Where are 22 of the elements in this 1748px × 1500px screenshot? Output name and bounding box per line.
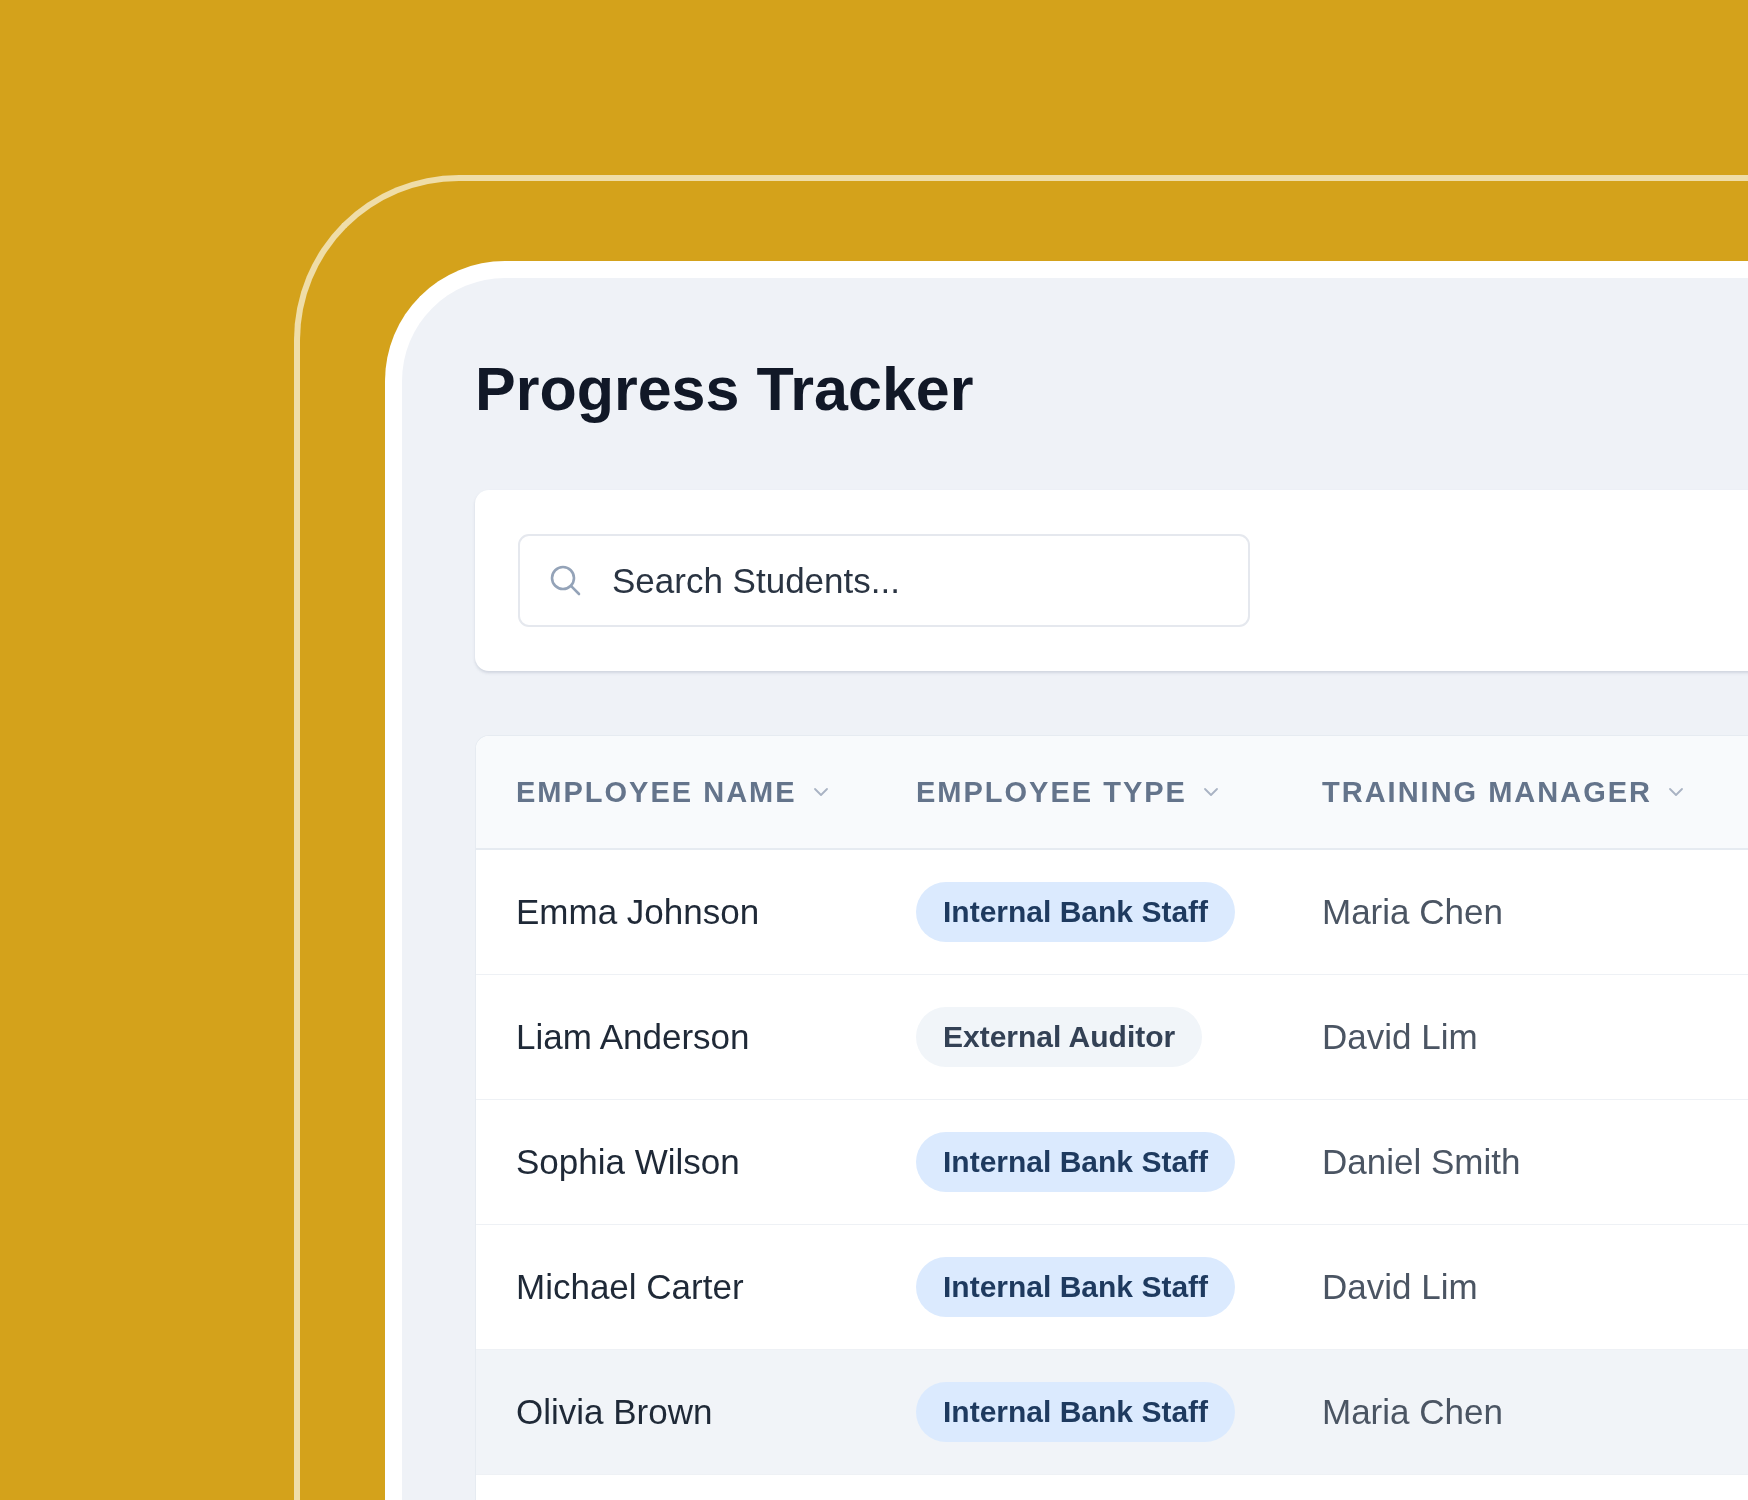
manager-name: Maria Chen bbox=[1322, 1392, 1503, 1432]
employee-name: Emma Johnson bbox=[516, 892, 760, 932]
search-field[interactable]: Search Students... bbox=[518, 534, 1250, 627]
type-badge: External Auditor bbox=[916, 1007, 1203, 1067]
manager-name: Daniel Smith bbox=[1322, 1142, 1521, 1182]
manager-name: David Lim bbox=[1322, 1267, 1478, 1307]
employee-name: Liam Anderson bbox=[516, 1017, 750, 1057]
type-badge: Internal Bank Staff bbox=[916, 1132, 1236, 1192]
type-badge: Internal Bank Staff bbox=[916, 882, 1236, 942]
type-badge: Internal Bank Staff bbox=[916, 1382, 1236, 1442]
manager-name: David Lim bbox=[1322, 1017, 1478, 1057]
column-header[interactable]: EMPLOYEE NAME bbox=[516, 775, 829, 809]
page-title: Progress Tracker bbox=[475, 354, 974, 424]
employee-name: Michael Carter bbox=[516, 1267, 744, 1307]
column-header[interactable]: EMPLOYEE TYPE bbox=[916, 775, 1219, 809]
table-row[interactable]: Olivia Brown Internal Bank Staff Maria Chen bbox=[476, 1350, 1748, 1475]
search-icon bbox=[549, 564, 581, 596]
type-badge: Internal Bank Staff bbox=[916, 1257, 1236, 1317]
employee-name: Sophia Wilson bbox=[516, 1142, 740, 1182]
employee-name: Olivia Brown bbox=[516, 1392, 713, 1432]
manager-name: Maria Chen bbox=[1322, 892, 1503, 932]
column-header[interactable]: TRAINING MANAGER bbox=[1322, 775, 1685, 809]
